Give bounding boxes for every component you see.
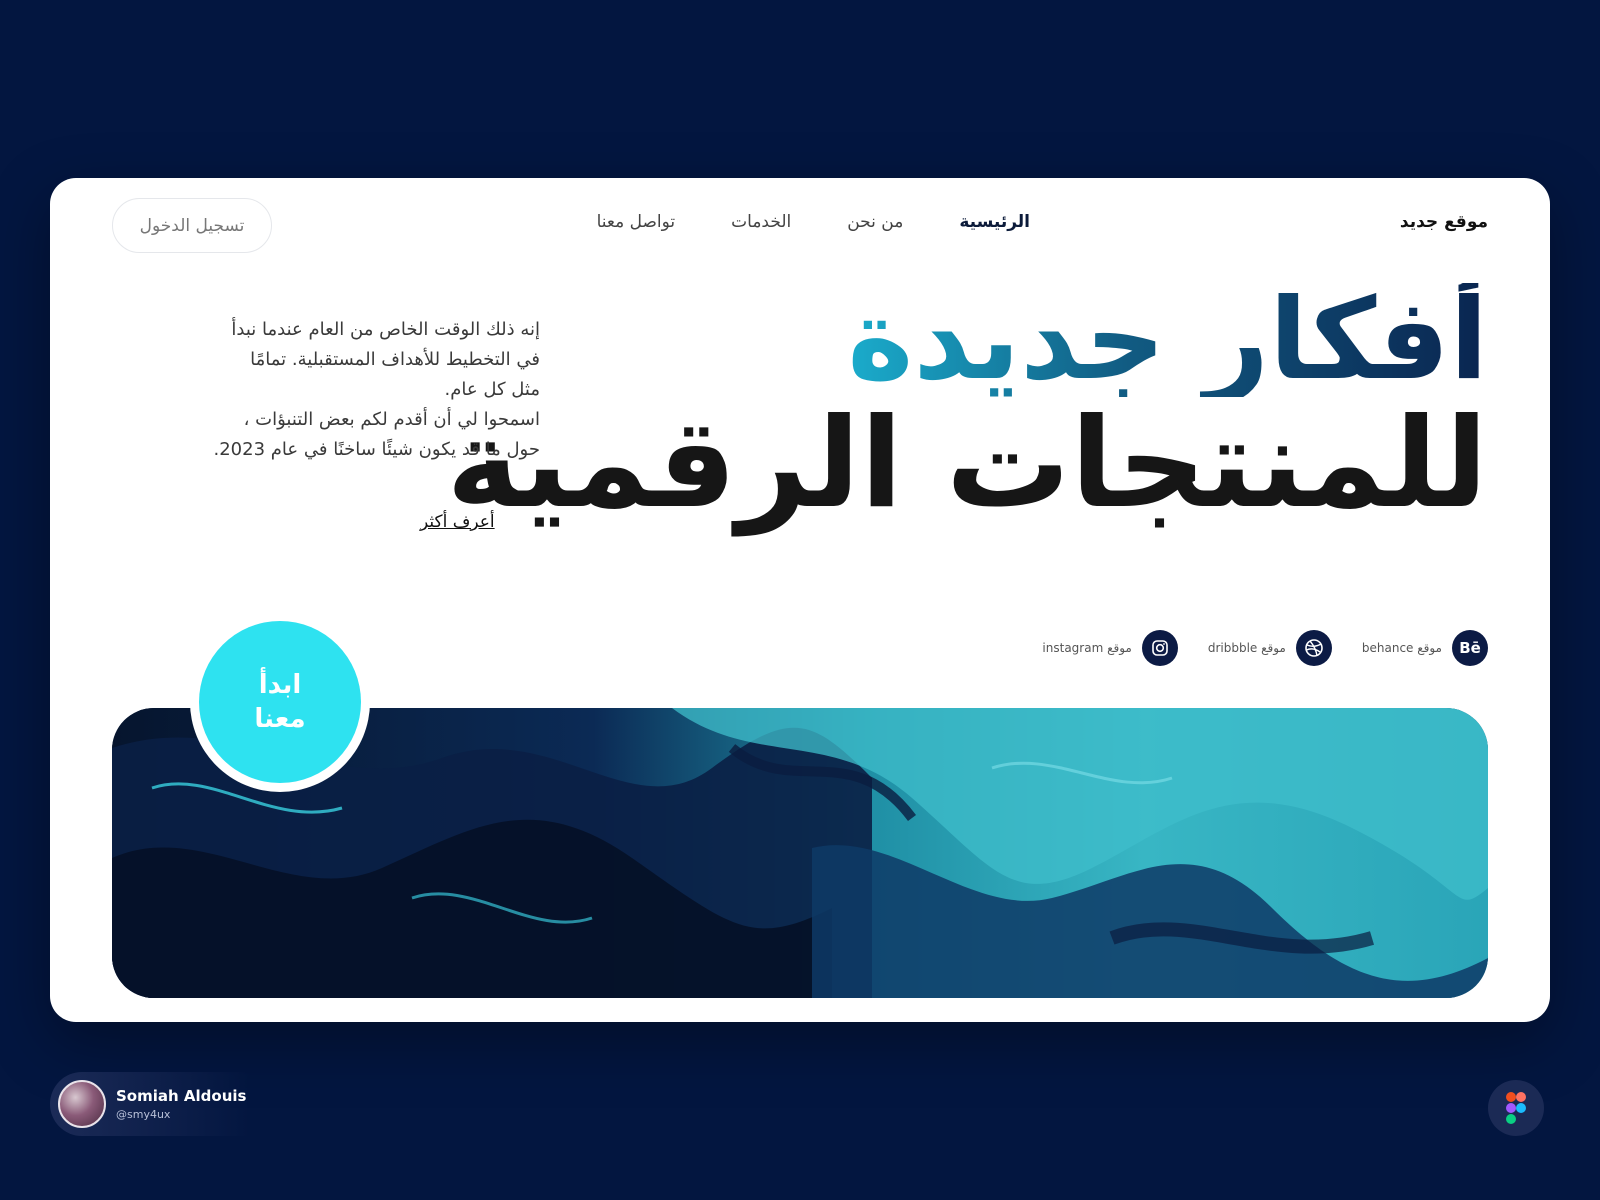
intro-paragraph: إنه ذلك الوقت الخاص من العام عندما نبدأ …: [160, 315, 541, 465]
cta-line2: معنا: [254, 704, 306, 734]
nav-item-services[interactable]: الخدمات: [731, 212, 791, 232]
nav-item-contact[interactable]: تواصل معنا: [597, 212, 676, 232]
login-button[interactable]: تسجيل الدخول: [112, 198, 272, 253]
intro-line: حول ما قد يكون شيئًا ساخنًا في عام 2023.: [213, 439, 541, 460]
social-link-behance[interactable]: Bē موقع behance: [1362, 630, 1488, 666]
cta-line1: ابدأ: [258, 670, 302, 700]
figma-logo-glyph: [1506, 1092, 1526, 1124]
landing-card: موقع جديد الرئيسية من نحن الخدمات تواصل …: [50, 178, 1550, 1022]
hero-title-line1: أفكار جديدة: [588, 283, 1488, 397]
intro-line: اسمحوا لي أن أقدم لكم بعض التنبؤات ،: [243, 409, 540, 430]
learn-more-link[interactable]: أعرف أكثر: [420, 512, 495, 532]
intro-line: إنه ذلك الوقت الخاص من العام عندما نبدأ: [231, 319, 540, 340]
nav-item-about[interactable]: من نحن: [847, 212, 903, 232]
behance-icon: Bē: [1452, 630, 1488, 666]
figma-icon[interactable]: [1488, 1080, 1544, 1136]
dribbble-icon: [1295, 630, 1332, 666]
brand-logo[interactable]: موقع جديد: [1400, 212, 1488, 232]
avatar: [58, 1080, 106, 1128]
author-badge[interactable]: Somiah Aldouis @smy4ux: [50, 1072, 250, 1136]
social-label: موقع instagram: [1042, 641, 1132, 655]
hero-title-line2: للمنتجات الرقمية: [446, 392, 1488, 537]
main-nav: الرئيسية من نحن الخدمات تواصل معنا: [597, 212, 1030, 232]
social-links: Bē موقع behance موقع dribbble موقع insta…: [1042, 630, 1488, 666]
author-handle: @smy4ux: [116, 1108, 171, 1121]
author-info: Somiah Aldouis @smy4ux: [116, 1087, 246, 1121]
dribbble-icon-glyph: [1305, 639, 1323, 657]
author-name: Somiah Aldouis: [116, 1087, 247, 1105]
instagram-icon-glyph: [1152, 640, 1168, 656]
intro-line: مثل كل عام.: [444, 379, 540, 400]
instagram-icon: [1141, 630, 1178, 666]
cta-ring: ابدأ معنا: [190, 612, 370, 792]
social-label: موقع dribbble: [1207, 641, 1286, 655]
social-link-dribbble[interactable]: موقع dribbble: [1208, 630, 1332, 666]
hero-title: أفكار جديدة للمنتجات الرقمية: [446, 283, 1488, 537]
social-link-instagram[interactable]: موقع instagram: [1042, 630, 1178, 666]
nav-item-home[interactable]: الرئيسية: [959, 212, 1030, 232]
intro-line: في التخطيط للأهداف المستقبلية. تمامًا: [250, 349, 540, 370]
social-label: موقع behance: [1361, 641, 1442, 655]
start-with-us-button[interactable]: ابدأ معنا: [199, 621, 361, 783]
